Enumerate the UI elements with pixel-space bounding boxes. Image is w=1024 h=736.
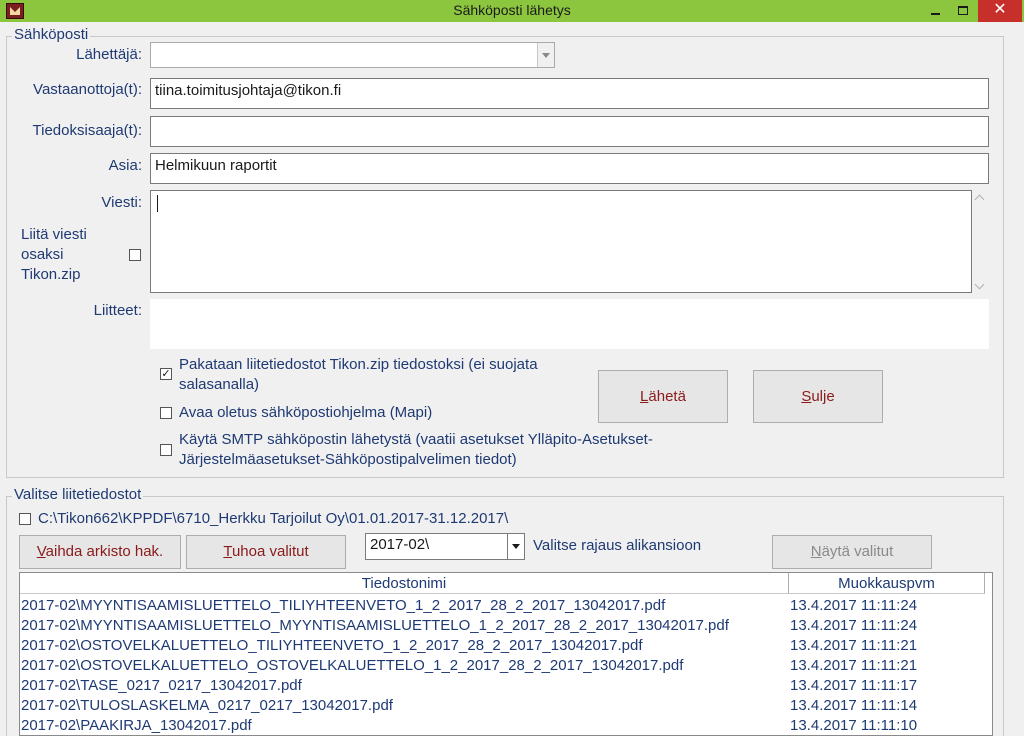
message-scrollbar[interactable] [973,190,989,294]
zip-option-label: Pakataan liitetiedostot Tikon.zip tiedos… [179,356,538,393]
table-row[interactable]: 2017-02\OSTOVELKALUETTELO_OSTOVELKALUETT… [20,656,992,676]
column-header-filename[interactable]: Tiedostonimi [20,573,789,594]
change-archive-button[interactable]: Vaihda arkisto hak. [19,535,181,569]
maximize-icon [958,6,968,15]
file-date: 13.4.2017 11:11:21 [790,637,918,654]
sender-dropdown-arrow[interactable] [537,43,554,67]
smtp-option-checkbox[interactable] [160,444,172,456]
sender-label: Lähettäjä: [76,46,142,63]
show-selected-button[interactable]: Näytä valitut [772,535,932,569]
close-window-button[interactable]: ✕ [978,0,1022,22]
smtp-option-label: Käytä SMTP sähköpostin lähetystä (vaatii… [179,431,653,468]
send-button[interactable]: Lähetä [598,370,728,423]
attachments-box[interactable] [150,299,989,349]
file-date: 13.4.2017 11:11:24 [790,617,918,634]
file-name: 2017-02\PAAKIRJA_13042017.pdf [21,717,252,734]
message-textarea[interactable] [150,190,972,293]
checkmark-icon: ✓ [161,368,171,380]
file-name: 2017-02\OSTOVELKALUETTELO_OSTOVELKALUETT… [21,657,684,674]
file-date: 13.4.2017 11:11:21 [790,657,918,674]
chevron-down-icon [542,52,550,58]
cc-label: Tiedoksisaaja(t): [32,122,142,139]
column-header-modified[interactable]: Muokkauspvm [789,573,985,594]
close-icon: ✕ [993,1,1007,18]
archive-path-label: C:\Tikon662\KPPDF\6710_Herkku Tarjoilut … [38,510,509,527]
file-list[interactable]: Tiedostonimi Muokkauspvm 2017-02\MYYNTIS… [19,572,993,736]
message-label: Viesti: [101,194,142,211]
attachments-label: Liitteet: [93,302,142,319]
subject-label: Asia: [108,157,142,174]
file-name: 2017-02\MYYNTISAAMISLUETTELO_MYYNTISAAMI… [21,617,729,634]
file-date: 13.4.2017 11:11:10 [790,717,918,734]
table-row[interactable]: 2017-02\TULOSLASKELMA_0217_0217_13042017… [20,696,992,716]
table-row[interactable]: 2017-02\MYYNTISAAMISLUETTELO_MYYNTISAAMI… [20,616,992,636]
files-group-label: Valitse liitetiedostot [12,486,144,503]
text-caret [157,195,158,212]
attach-message-checkbox[interactable] [129,249,141,261]
file-date: 13.4.2017 11:11:17 [790,677,918,694]
sender-combobox[interactable] [150,42,555,68]
file-name: 2017-02\OSTOVELKALUETTELO_TILIYHTEENVETO… [21,637,643,654]
title-bar: Sähköposti lähetys ✕ [0,0,1024,22]
zip-option-checkbox[interactable]: ✓ [160,368,172,380]
minimize-icon [930,13,940,15]
maximize-button[interactable] [950,0,976,22]
file-date: 13.4.2017 11:11:14 [790,697,918,714]
chevron-down-icon [512,544,520,549]
minimize-button[interactable] [920,0,950,22]
subfolder-select[interactable]: 2017-02\ [365,533,525,560]
table-row[interactable]: 2017-02\MYYNTISAAMISLUETTELO_TILIYHTEENV… [20,596,992,616]
chevron-down-icon[interactable] [974,279,985,290]
file-name: 2017-02\TASE_0217_0217_13042017.pdf [21,677,302,694]
file-name: 2017-02\MYYNTISAAMISLUETTELO_TILIYHTEENV… [21,597,666,614]
attach-message-label: Liitä viesti osaksi Tikon.zip [21,226,87,283]
chevron-up-icon[interactable] [974,194,985,205]
table-row[interactable]: 2017-02\OSTOVELKALUETTELO_TILIYHTEENVETO… [20,636,992,656]
file-name: 2017-02\TULOSLASKELMA_0217_0217_13042017… [21,697,393,714]
mapi-option-label: Avaa oletus sähköpostiohjelma (Mapi) [179,404,433,421]
table-row[interactable]: 2017-02\PAAKIRJA_13042017.pdf 13.4.2017 1… [20,716,992,735]
recipients-input[interactable]: tiina.toimitusjohtaja@tikon.fi [150,78,989,109]
archive-path-checkbox[interactable] [19,513,31,525]
cc-input[interactable] [150,116,989,147]
mapi-option-checkbox[interactable] [160,407,172,419]
table-row[interactable]: 2017-02\TASE_0217_0217_13042017.pdf 13.4.… [20,676,992,696]
email-group-label: Sähköposti [12,26,91,43]
recipients-label: Vastaanottoja(t): [33,81,142,98]
subfolder-dropdown-arrow[interactable] [507,534,524,559]
subject-input[interactable]: Helmikuun raportit [150,153,989,184]
subfolder-label: Valitse rajaus alikansioon [533,537,702,554]
subfolder-value: 2017-02\ [370,536,430,553]
close-button[interactable]: Sulje [753,370,883,423]
window-title: Sähköposti lähetys [453,2,571,18]
file-date: 13.4.2017 11:11:24 [790,597,918,614]
delete-selected-button[interactable]: Tuhoa valitut [186,535,346,569]
